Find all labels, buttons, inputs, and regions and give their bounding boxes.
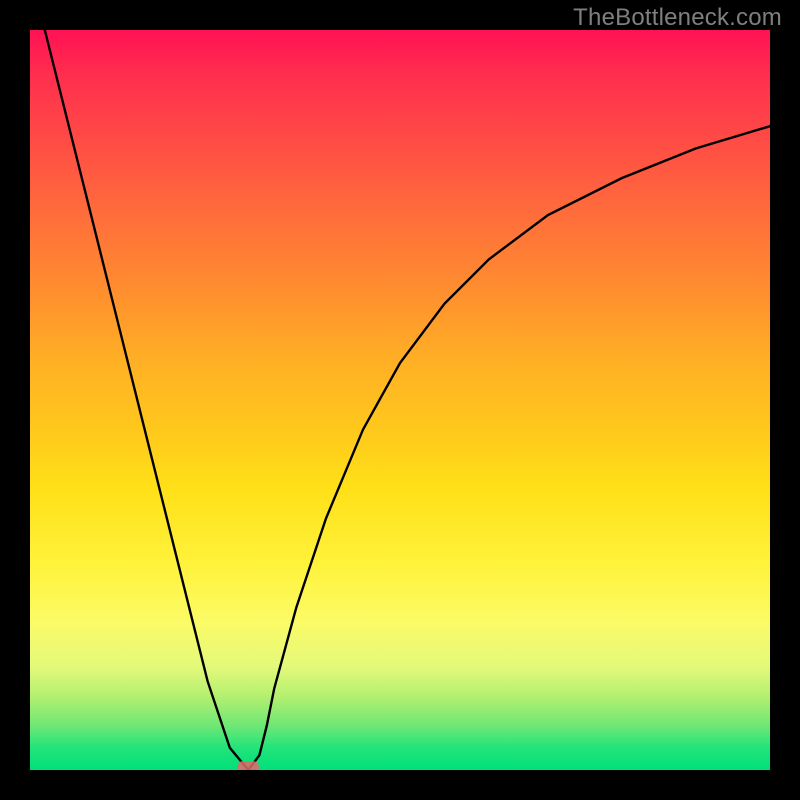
bottleneck-curve <box>30 30 770 770</box>
minimum-marker-icon <box>237 761 259 770</box>
chart-frame: TheBottleneck.com <box>0 0 800 800</box>
watermark-text: TheBottleneck.com <box>573 4 782 32</box>
plot-area <box>30 30 770 770</box>
curve-layer <box>30 30 770 770</box>
